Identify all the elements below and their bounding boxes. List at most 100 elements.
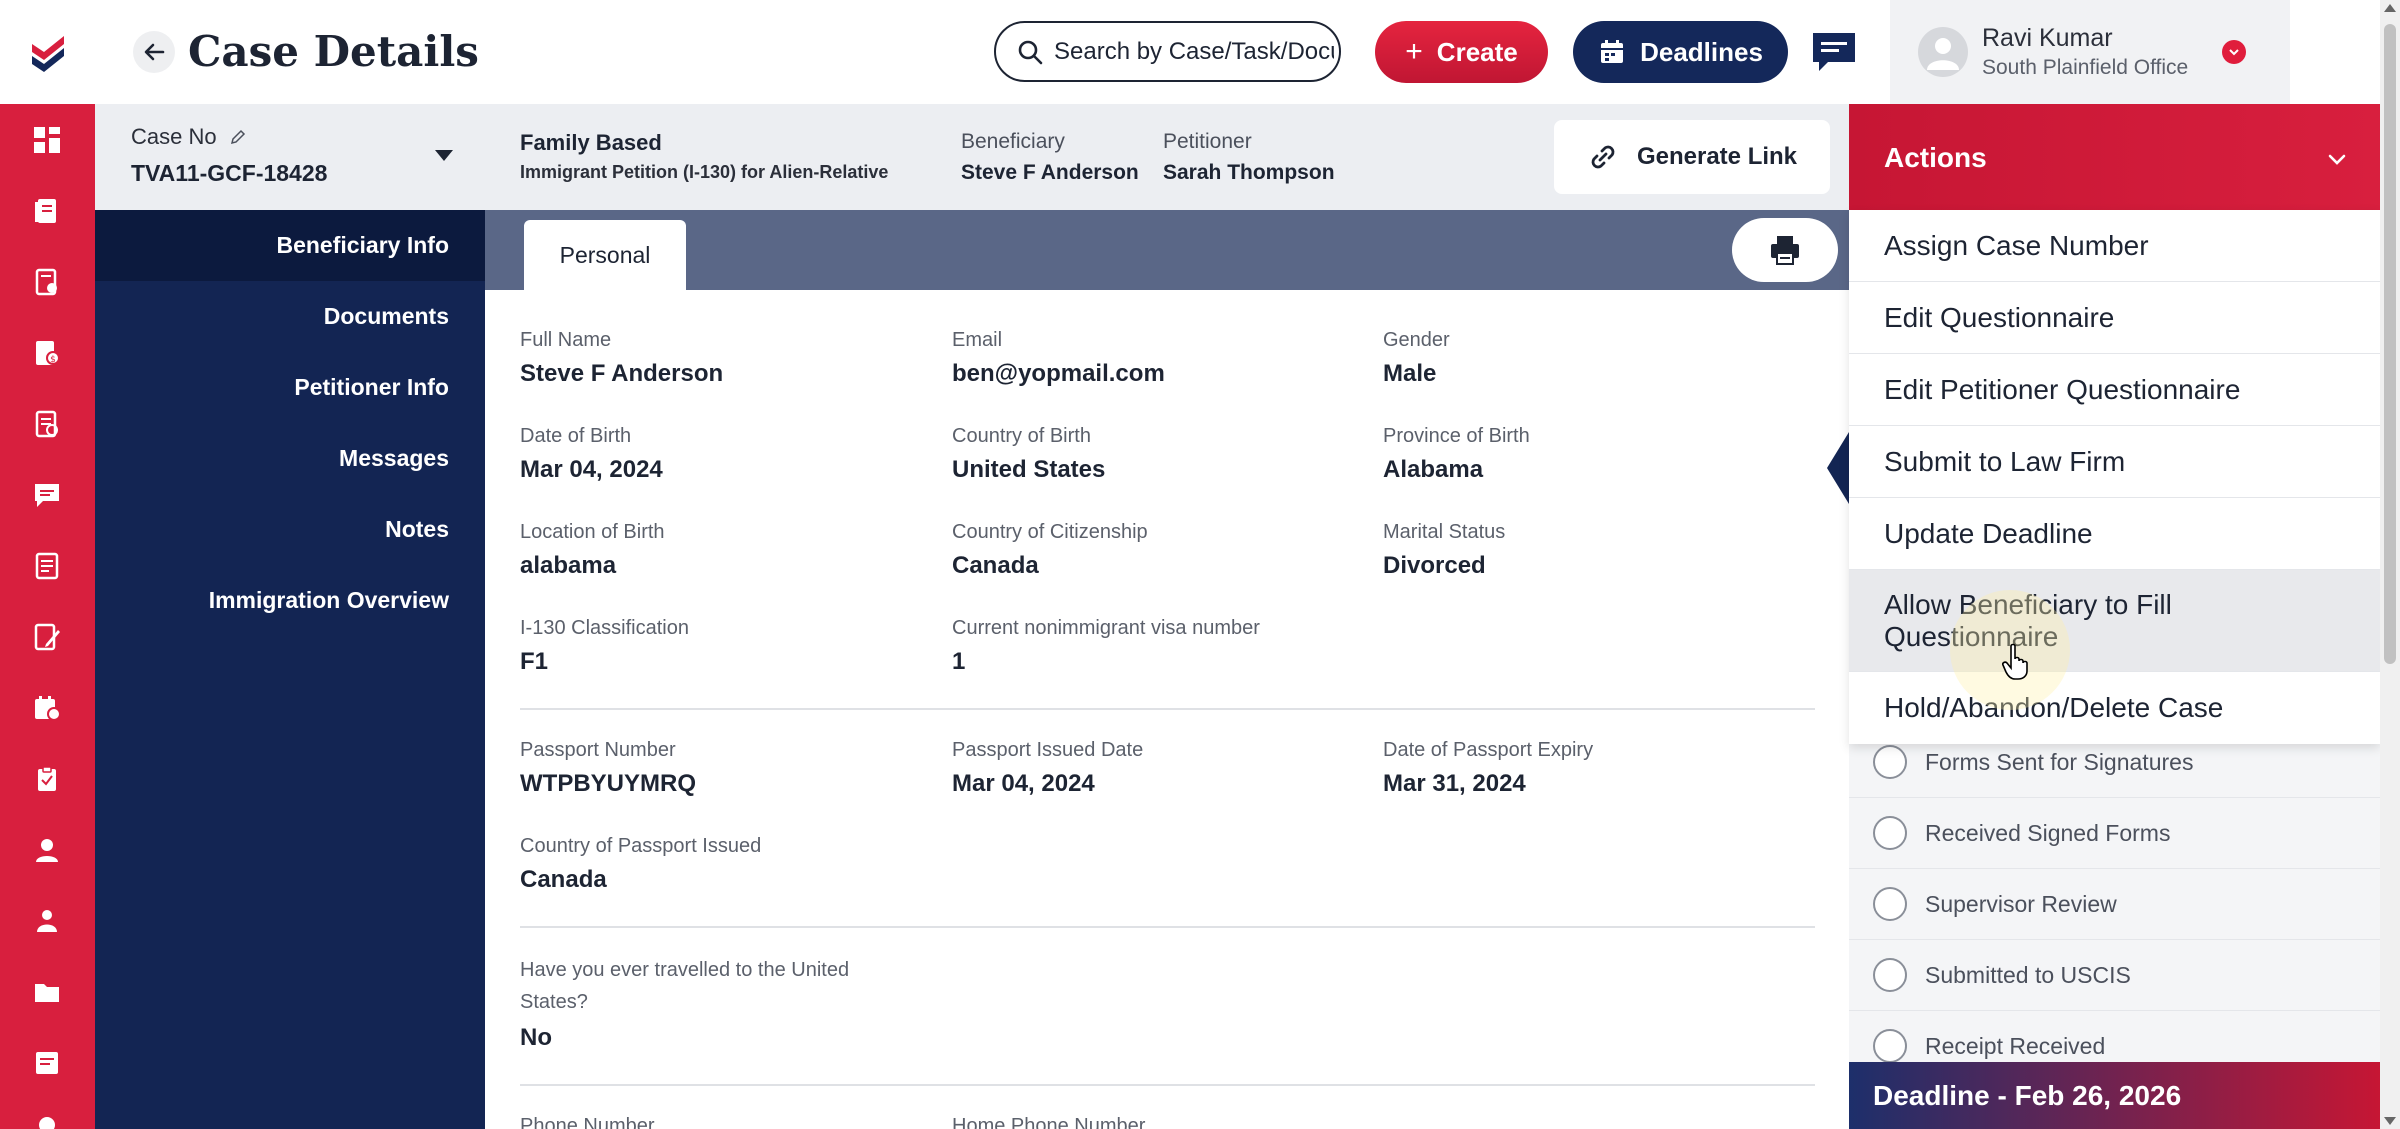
personal-details: Full Name Steve F Anderson Email ben@yop… bbox=[485, 290, 1849, 1129]
link-icon bbox=[1591, 145, 1615, 169]
print-button[interactable] bbox=[1732, 218, 1838, 282]
scrollbar-thumb[interactable] bbox=[2384, 24, 2396, 664]
case-subtype: Immigrant Petition (I-130) for Alien-Rel… bbox=[520, 162, 889, 182]
tab-bar: Personal bbox=[485, 210, 1849, 290]
arrow-left-icon bbox=[144, 43, 165, 61]
user-menu[interactable]: Ravi Kumar South Plainfield Office bbox=[1890, 0, 2290, 104]
users-icon[interactable] bbox=[22, 896, 72, 946]
nav-petitioner-info[interactable]: Petitioner Info bbox=[294, 374, 449, 401]
case-type: Family Based bbox=[520, 130, 662, 155]
notes-icon[interactable] bbox=[22, 541, 72, 591]
chat-button[interactable] bbox=[1810, 30, 1858, 74]
cases-icon[interactable] bbox=[22, 186, 72, 236]
field-visa-number: Current nonimmigrant visa number 1 bbox=[952, 617, 1260, 675]
field-phone-number: Phone Number bbox=[520, 1115, 655, 1129]
actions-dropdown-toggle[interactable]: Actions bbox=[1849, 104, 2380, 210]
radio-button[interactable] bbox=[1873, 887, 1907, 921]
chevron-down-icon bbox=[2328, 154, 2346, 165]
field-i130-classification: I-130 Classification F1 bbox=[520, 617, 689, 675]
page-scrollbar[interactable] bbox=[2380, 0, 2400, 1129]
plus-icon: + bbox=[1405, 35, 1423, 68]
beneficiary-name: Steve F Anderson bbox=[961, 161, 1139, 184]
section-nav: Beneficiary Info Documents Petitioner In… bbox=[95, 210, 485, 1129]
nav-immigration-overview[interactable]: Immigration Overview bbox=[209, 587, 449, 614]
nav-beneficiary-info[interactable]: Beneficiary Info bbox=[276, 232, 449, 259]
field-country-of-birth: Country of Birth United States bbox=[952, 425, 1106, 483]
user-name: Ravi Kumar bbox=[1982, 24, 2113, 52]
search-input[interactable] bbox=[1054, 37, 1334, 66]
menu-allow-beneficiary-questionnaire[interactable]: Allow Beneficiary to Fill Questionnaire bbox=[1849, 570, 2380, 672]
avatar bbox=[1918, 27, 1968, 77]
app-sidebar-rail: $ bbox=[0, 0, 95, 1129]
deadlines-button-label: Deadlines bbox=[1640, 36, 1763, 67]
folder-icon[interactable] bbox=[22, 967, 72, 1017]
back-button[interactable] bbox=[133, 31, 175, 73]
actions-menu: Assign Case Number Edit Questionnaire Ed… bbox=[1849, 210, 2380, 744]
field-passport-issued-date: Passport Issued Date Mar 04, 2024 bbox=[952, 739, 1144, 797]
beneficiary-label: Beneficiary bbox=[961, 130, 1065, 153]
field-email: Email ben@yopmail.com bbox=[952, 329, 1165, 387]
case-number-label: Case No bbox=[131, 124, 247, 150]
radio-button[interactable] bbox=[1873, 958, 1907, 992]
field-location-of-birth: Location of Birth alabama bbox=[520, 521, 665, 579]
status-received-signed[interactable]: Received Signed Forms bbox=[1849, 798, 2380, 869]
edit-form-icon[interactable] bbox=[22, 612, 72, 662]
forms-icon[interactable] bbox=[22, 399, 72, 449]
nav-notes[interactable]: Notes bbox=[385, 516, 449, 543]
nav-messages[interactable]: Messages bbox=[339, 445, 449, 472]
user-office: South Plainfield Office bbox=[1982, 56, 2189, 79]
create-button[interactable]: + Create bbox=[1375, 21, 1548, 83]
deadline-banner: Deadline - Feb 26, 2026 bbox=[1849, 1062, 2380, 1129]
case-info-bar: Case No TVA11-GCF-18428 Family Based Imm… bbox=[95, 104, 1849, 210]
panel-collapse-tab[interactable] bbox=[1827, 432, 1849, 504]
menu-edit-petitioner-questionnaire[interactable]: Edit Petitioner Questionnaire bbox=[1849, 354, 2380, 426]
menu-edit-questionnaire[interactable]: Edit Questionnaire bbox=[1849, 282, 2380, 354]
field-gender: Gender Male bbox=[1383, 329, 1450, 387]
radio-button[interactable] bbox=[1873, 816, 1907, 850]
nav-documents[interactable]: Documents bbox=[324, 303, 449, 330]
menu-update-deadline[interactable]: Update Deadline bbox=[1849, 498, 2380, 570]
scroll-down-arrow-icon[interactable] bbox=[2384, 1117, 2396, 1125]
petitioner-label: Petitioner bbox=[1163, 130, 1252, 153]
messages-icon[interactable] bbox=[22, 470, 72, 520]
status-submitted-uscis[interactable]: Submitted to USCIS bbox=[1849, 940, 2380, 1011]
menu-hold-abandon-delete[interactable]: Hold/Abandon/Delete Case bbox=[1849, 672, 2380, 744]
actions-title: Actions bbox=[1884, 142, 1987, 173]
edit-pencil-icon[interactable] bbox=[229, 128, 247, 146]
reports-icon[interactable] bbox=[22, 1038, 72, 1088]
actions-panel: Actions Forms Sent for Signatures Receiv… bbox=[1849, 104, 2380, 1129]
dashboard-icon[interactable] bbox=[22, 115, 72, 165]
calendar-check-icon[interactable] bbox=[22, 683, 72, 733]
menu-assign-case-number[interactable]: Assign Case Number bbox=[1849, 210, 2380, 282]
logo-icon bbox=[31, 36, 64, 72]
app-logo[interactable] bbox=[0, 0, 95, 104]
menu-submit-to-law-firm[interactable]: Submit to Law Firm bbox=[1849, 426, 2380, 498]
generate-link-button[interactable]: Generate Link bbox=[1554, 120, 1830, 194]
svg-text:$: $ bbox=[50, 355, 56, 365]
petitioner-name: Sarah Thompson bbox=[1163, 161, 1335, 184]
scroll-up-arrow-icon[interactable] bbox=[2384, 4, 2396, 12]
user-menu-chevron-icon[interactable] bbox=[2222, 40, 2246, 64]
printer-icon bbox=[1771, 236, 1799, 265]
field-marital-status: Marital Status Divorced bbox=[1383, 521, 1506, 579]
status-checklist: Forms Sent for Signatures Received Signe… bbox=[1849, 727, 2380, 1082]
settings-icon[interactable] bbox=[22, 1100, 72, 1129]
case-dropdown-caret-icon[interactable] bbox=[435, 150, 453, 161]
user-icon[interactable] bbox=[22, 825, 72, 875]
deadlines-button[interactable]: Deadlines bbox=[1573, 21, 1788, 83]
calendar-icon bbox=[1601, 40, 1624, 63]
tab-personal[interactable]: Personal bbox=[524, 220, 686, 290]
field-home-phone-number: Home Phone Number bbox=[952, 1115, 1146, 1129]
clipboard-icon[interactable] bbox=[22, 754, 72, 804]
field-travelled-to-us: Have you ever travelled to the United St… bbox=[520, 959, 850, 1051]
field-country-of-citizenship: Country of Citizenship Canada bbox=[952, 521, 1148, 579]
status-supervisor-review[interactable]: Supervisor Review bbox=[1849, 869, 2380, 940]
radio-button[interactable] bbox=[1873, 745, 1907, 779]
field-passport-expiry: Date of Passport Expiry Mar 31, 2024 bbox=[1383, 739, 1594, 797]
section-divider bbox=[520, 926, 1815, 928]
radio-button[interactable] bbox=[1873, 1029, 1907, 1063]
user-avatar-icon bbox=[1927, 38, 1959, 70]
billing-icon[interactable]: $ bbox=[22, 328, 72, 378]
document-check-icon[interactable] bbox=[22, 257, 72, 307]
search-box[interactable] bbox=[994, 21, 1341, 82]
